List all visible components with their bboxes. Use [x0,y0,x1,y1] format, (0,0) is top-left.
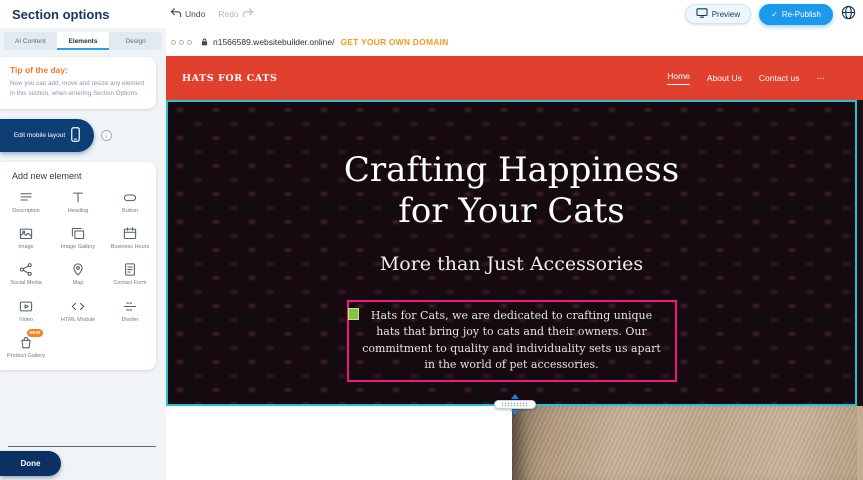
undo-label: Undo [185,9,205,19]
sidebar-tabs: AI Content Elements Design [4,32,162,50]
toolbar-actions: Preview ✓ Re-Publish [685,4,863,25]
add-element-html-module[interactable]: HTML Module [52,298,104,324]
hero-description: Hats for Cats, we are dedicated to craft… [360,308,664,374]
site-logo[interactable]: HATS FOR CATS [182,73,277,84]
tab-elements[interactable]: Elements [57,32,110,50]
hero-subtitle[interactable]: More than Just Accessories [380,253,643,275]
add-element-divider[interactable]: Divider [104,298,156,324]
app-window: Section options Undo Redo Previ [0,0,863,480]
page-title: Section options [0,7,166,22]
next-section-area [166,406,857,480]
tip-body: Now you can add, move and resize any ele… [10,79,146,99]
edit-mobile-label: Edit mobile layout [14,132,65,139]
nav-item-about-us[interactable]: About Us [707,73,742,83]
arrow-down-icon [511,410,519,415]
add-element-button[interactable]: Button [104,189,156,215]
map-pin-icon [70,261,86,277]
monitor-icon [696,8,708,20]
undo-icon [170,8,182,20]
tab-ai-content[interactable]: AI Content [4,32,57,50]
hero-title[interactable]: Crafting Happiness for Your Cats [317,150,707,233]
get-domain-link[interactable]: GET YOUR OWN DOMAIN [340,37,448,47]
html-module-icon [70,298,86,314]
section-options-sidebar: AI Content Elements Design Tip of the da… [0,28,166,480]
next-section-image[interactable] [512,406,857,480]
add-element-image-gallery[interactable]: Image Gallery [52,225,104,251]
scroll-segment-hero [857,100,863,406]
history-controls: Undo Redo [166,6,258,22]
republish-label: Re-Publish [782,10,821,19]
element-grid: Description Heading Button Image Image G… [0,189,156,360]
tip-of-the-day-card: Tip of the day: Now you can add, move an… [0,57,156,109]
divider-icon [122,298,138,314]
heading-icon [70,189,86,205]
add-element-map[interactable]: Map [52,261,104,287]
add-element-social-media[interactable]: Social Media [0,261,52,287]
description-icon [18,189,34,205]
scroll-segment-header [857,56,863,100]
arrow-up-icon [511,394,519,399]
add-element-product-gallery[interactable]: NEW Product Gallery [0,334,52,360]
browser-address-bar: n1566589.websitebuilder.online/ GET YOUR… [166,28,863,56]
info-icon[interactable]: i [101,130,112,141]
nav-item-home[interactable]: Home [667,71,690,85]
phone-icon [71,127,80,144]
republish-button[interactable]: ✓ Re-Publish [759,4,833,25]
window-dot-icon [187,40,192,45]
undo-button[interactable]: Undo [166,6,209,22]
window-dot-icon [171,40,176,45]
edit-mobile-layout-button[interactable]: Edit mobile layout [0,119,94,152]
site-nav: Home About Us Contact us ⋯ [667,71,825,85]
site-preview-viewport: HATS FOR CATS Home About Us Contact us ⋯… [166,56,863,480]
contact-form-icon [122,261,138,277]
redo-label: Redo [218,9,238,19]
window-dot-icon [179,40,184,45]
video-icon [18,298,34,314]
add-element-business-hours[interactable]: Business Hours [104,225,156,251]
site-header: HATS FOR CATS Home About Us Contact us ⋯ [166,56,857,100]
element-indicator-icon [348,308,359,320]
redo-icon [242,8,254,20]
site-url: n1566589.websitebuilder.online/ [213,37,334,47]
edit-mobile-row: Edit mobile layout i [0,119,166,152]
new-badge: NEW [27,329,43,337]
redo-button[interactable]: Redo [214,6,257,22]
top-toolbar: Section options Undo Redo Previ [0,0,863,28]
globe-icon [841,5,856,23]
add-element-heading[interactable]: Heading [52,189,104,215]
business-hours-icon [122,225,138,241]
add-element-description[interactable]: Description [0,189,52,215]
scroll-segment-next [857,406,863,480]
nav-item-contact-us[interactable]: Contact us [759,73,800,83]
add-new-element-panel: Add new element Description Heading Butt… [0,162,156,370]
check-icon: ✓ [771,10,778,19]
preview-label: Preview [712,10,740,19]
selected-hero-section[interactable]: Crafting Happiness for Your Cats More th… [166,100,857,406]
add-element-video[interactable]: Video [0,298,52,324]
tip-title: Tip of the day: [10,65,146,75]
add-panel-title: Add new element [0,171,156,181]
lock-icon [200,37,209,47]
tab-design[interactable]: Design [109,32,162,50]
button-icon [122,189,138,205]
social-media-icon [18,261,34,277]
language-globe-button[interactable] [841,5,856,23]
site-scrollbar[interactable] [857,56,863,480]
preview-button[interactable]: Preview [685,4,751,24]
nav-more-icon[interactable]: ⋯ [817,73,826,84]
image-gallery-icon [70,225,86,241]
done-button[interactable]: Done [0,451,61,476]
section-resize-handle[interactable] [491,394,539,415]
drag-grip-icon [494,400,536,409]
product-gallery-icon: NEW [18,334,34,350]
sidebar-divider [8,446,156,447]
editor-canvas: n1566589.websitebuilder.online/ GET YOUR… [166,28,863,480]
image-icon [18,225,34,241]
hero-description-box[interactable]: Hats for Cats, we are dedicated to craft… [347,300,677,382]
add-element-contact-form[interactable]: Contact Form [104,261,156,287]
add-element-image[interactable]: Image [0,225,52,251]
